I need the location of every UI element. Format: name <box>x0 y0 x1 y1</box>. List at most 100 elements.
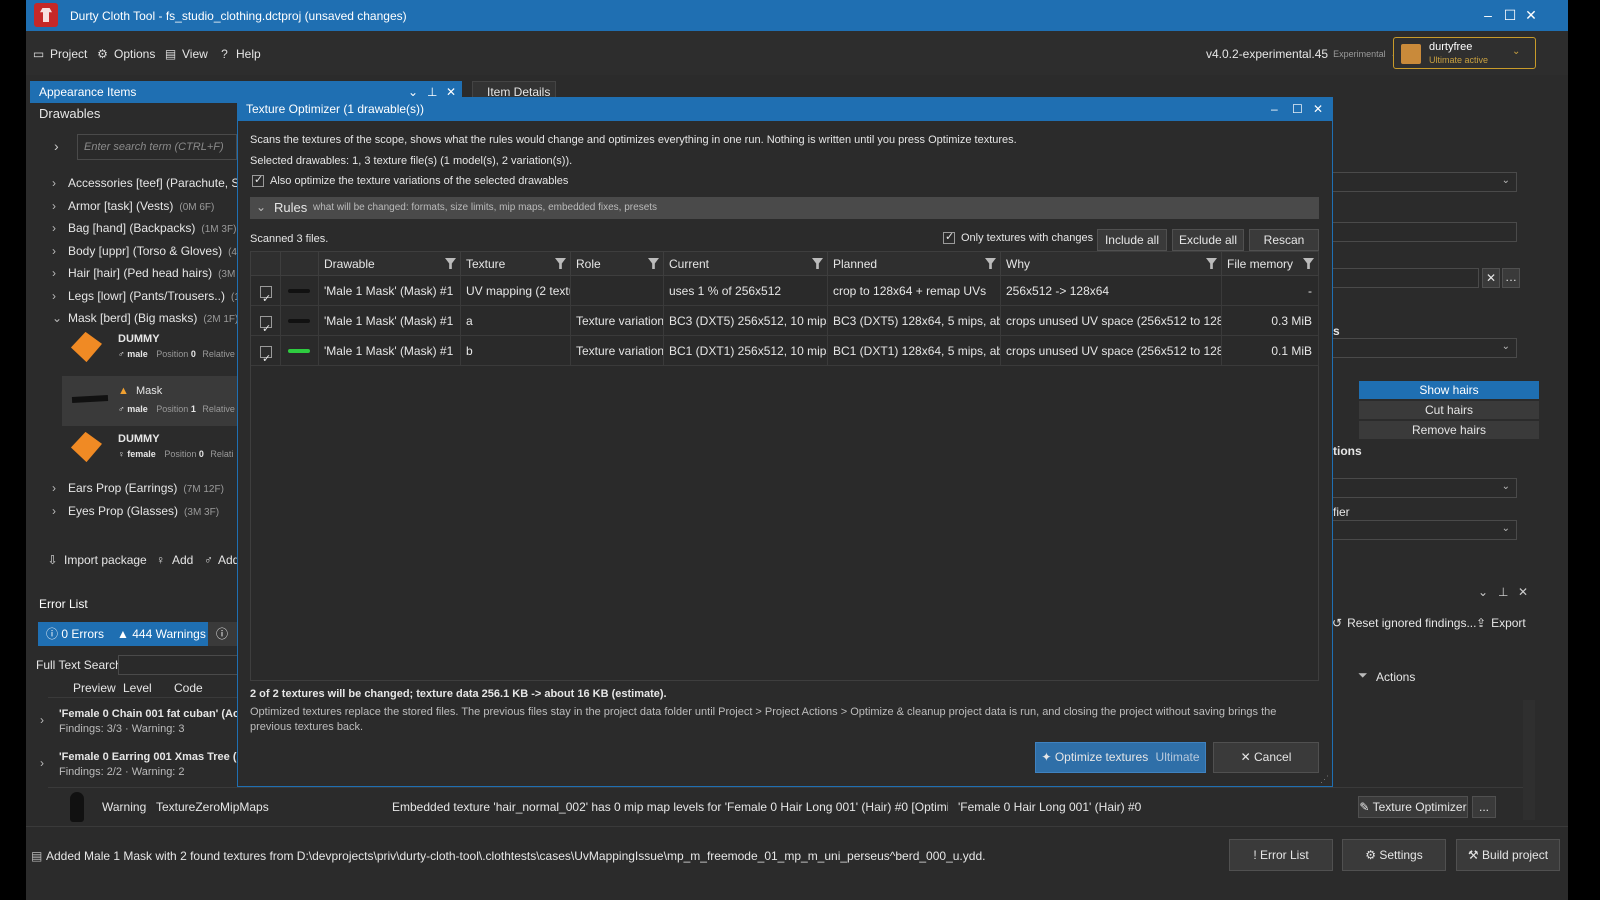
chevron-right-icon[interactable]: › <box>52 221 68 235</box>
browse-button[interactable]: … <box>1502 268 1520 288</box>
chevron-down-icon[interactable]: ⌄ <box>52 311 68 325</box>
import-package-button[interactable]: ⇩ Import package <box>46 553 146 567</box>
right-field[interactable] <box>1331 222 1517 242</box>
checkbox-icon[interactable] <box>260 314 272 335</box>
column-drawable[interactable]: Drawable <box>319 252 461 276</box>
filter-icon[interactable] <box>1303 258 1314 269</box>
close-icon[interactable]: ✕ <box>1313 98 1323 121</box>
error-list-button[interactable]: ! Error List <box>1229 839 1333 871</box>
add-male-button[interactable]: ♂ Add <box>204 553 238 567</box>
tree-item[interactable]: › Eyes Prop (Glasses) (3M 3F) <box>52 504 238 522</box>
column-why[interactable]: Why <box>1001 252 1222 276</box>
only-changes-checkbox[interactable]: Only textures with changes <box>943 230 1093 244</box>
row-checkbox[interactable] <box>251 306 281 336</box>
chevron-right-icon[interactable]: › <box>52 176 68 190</box>
rescan-button[interactable]: Rescan <box>1249 229 1319 251</box>
maximize-icon[interactable]: ☐ <box>1501 6 1519 24</box>
tree-item[interactable]: ›Legs [lowr] (Pants/Trousers..)(18M <box>52 289 238 307</box>
version-selector[interactable]: v4.0.2-experimental.45 Experimental ⌄ <box>1206 45 1398 63</box>
error-message: Embedded texture 'hair_normal_002' has 0… <box>392 800 948 814</box>
filter-icon[interactable] <box>555 258 566 269</box>
scrollbar[interactable] <box>1523 700 1535 820</box>
filter-icon[interactable] <box>445 258 456 269</box>
column-planned[interactable]: Planned <box>828 252 1001 276</box>
export-button[interactable]: ⇪ Export <box>1476 616 1526 630</box>
column-role[interactable]: Role <box>571 252 664 276</box>
filter-icon[interactable] <box>648 258 659 269</box>
right-dropdown[interactable]: ⌄ <box>1331 172 1517 192</box>
chevron-right-icon[interactable]: › <box>52 266 68 280</box>
menu-view[interactable]: ▤ View <box>164 45 208 63</box>
cancel-button[interactable]: ✕ Cancel <box>1213 742 1319 773</box>
search-input[interactable]: Enter search term (CTRL+F) <box>77 134 237 160</box>
minimize-icon[interactable]: – <box>1271 98 1278 121</box>
full-text-search-input[interactable] <box>118 655 238 675</box>
build-project-button[interactable]: ⚒ Build project <box>1456 839 1560 871</box>
rules-expander[interactable]: ⌄ Rules what will be changed: formats, s… <box>250 197 1319 219</box>
chevron-right-icon[interactable]: › <box>52 481 68 495</box>
tree-item[interactable]: ›Body [uppr] (Torso & Gloves)(4M <box>52 244 238 262</box>
settings-button[interactable]: ⚙ Settings <box>1342 839 1446 871</box>
maximize-icon[interactable]: ☐ <box>1292 98 1303 121</box>
column-file-memory[interactable]: File memory <box>1222 252 1319 276</box>
checkbox-icon[interactable] <box>260 284 272 305</box>
close-icon[interactable]: ✕ <box>1518 585 1528 599</box>
close-icon[interactable]: ✕ <box>1522 6 1540 24</box>
errors-filter-button[interactable]: ⓘ 0 Errors <box>38 622 113 646</box>
chevron-right-icon[interactable]: › <box>40 713 44 727</box>
more-actions-button[interactable]: ... <box>1472 796 1496 818</box>
texture-optimizer-action-button[interactable]: ✎ Texture Optimizer <box>1358 796 1468 818</box>
right-dropdown[interactable]: ⌄ <box>1331 520 1517 540</box>
tree-item[interactable]: ›Hair [hair] (Ped head hairs) (3M 19 <box>52 266 238 284</box>
tree-item[interactable]: ⌄ Mask [berd] (Big masks) (2M 1F) <box>52 311 238 329</box>
reset-ignored-button[interactable]: ↺ Reset ignored findings... <box>1332 616 1476 630</box>
right-dropdown[interactable]: ⌄ <box>1331 338 1517 358</box>
add-female-button[interactable]: ♀ Add <box>154 553 193 567</box>
filter-icon[interactable] <box>985 258 996 269</box>
column-texture[interactable]: Texture <box>461 252 571 276</box>
chevron-right-icon[interactable]: › <box>52 199 68 213</box>
warnings-filter-button[interactable]: ▲ 444 Warnings <box>109 622 214 646</box>
right-dropdown[interactable]: ⌄ <box>1331 478 1517 498</box>
row-checkbox[interactable] <box>251 276 281 306</box>
exclude-all-button[interactable]: Exclude all <box>1172 229 1244 251</box>
tree-item[interactable]: › Ears Prop (Earrings) (7M 12F) <box>52 481 238 499</box>
cut-hairs-option[interactable]: Cut hairs <box>1359 401 1539 420</box>
menu-options[interactable]: ⚙ Options <box>96 45 155 63</box>
tree-item-count: (0M 6F) <box>179 201 215 213</box>
menu-help[interactable]: ? Help <box>218 45 261 63</box>
chevron-right-icon[interactable]: › <box>54 138 59 154</box>
chevron-right-icon[interactable]: › <box>40 756 44 770</box>
chevron-right-icon[interactable]: › <box>52 504 68 518</box>
column-file-memory-label: File memory <box>1227 257 1294 271</box>
chevron-right-icon[interactable]: › <box>52 244 68 258</box>
include-all-button[interactable]: Include all <box>1097 229 1167 251</box>
filter-icon[interactable] <box>812 258 823 269</box>
position-label: Position <box>164 449 197 459</box>
row-checkbox[interactable] <box>251 336 281 366</box>
pin-icon[interactable]: ⊥ <box>1498 585 1508 599</box>
resize-grip-icon[interactable]: ⋰ <box>1320 774 1329 785</box>
full-text-search-label: Full Text Search <box>36 658 122 672</box>
column-current[interactable]: Current <box>664 252 828 276</box>
chevron-down-icon[interactable]: ⌄ <box>1478 585 1488 599</box>
error-row[interactable]: Warning TextureZeroMipMaps Embedded text… <box>48 787 1528 825</box>
tree-item[interactable]: › Bag [hand] (Backpacks) (1M 3F) <box>52 221 238 239</box>
show-hairs-option[interactable]: Show hairs <box>1359 381 1539 400</box>
menu-project[interactable]: ▭ Project <box>32 45 88 63</box>
minimize-icon[interactable]: – <box>1479 6 1497 24</box>
tree-item[interactable]: › Armor [task] (Vests) (0M 6F) <box>52 199 238 217</box>
user-account-button[interactable]: durtyfree Ultimate active ⌄ <box>1393 37 1536 69</box>
optimize-textures-button[interactable]: ✦ Optimize textures Ultimate <box>1035 742 1206 773</box>
filter-icon[interactable]: ⏷ <box>1358 668 1368 683</box>
tree-item[interactable]: ›Accessories [teef] (Parachute, Scub <box>52 176 238 194</box>
also-optimize-checkbox[interactable]: Also optimize the texture variations of … <box>252 173 568 187</box>
clear-icon[interactable]: ✕ <box>1482 268 1500 288</box>
chevron-right-icon[interactable]: › <box>52 289 68 303</box>
checkbox-icon[interactable] <box>260 344 272 365</box>
remove-hairs-option[interactable]: Remove hairs <box>1359 421 1539 440</box>
right-path-field[interactable] <box>1331 268 1479 288</box>
filter-icon[interactable] <box>1206 258 1217 269</box>
position-value: 0 <box>198 449 204 459</box>
info-filter-button[interactable]: ⓘ 0 <box>208 622 238 646</box>
